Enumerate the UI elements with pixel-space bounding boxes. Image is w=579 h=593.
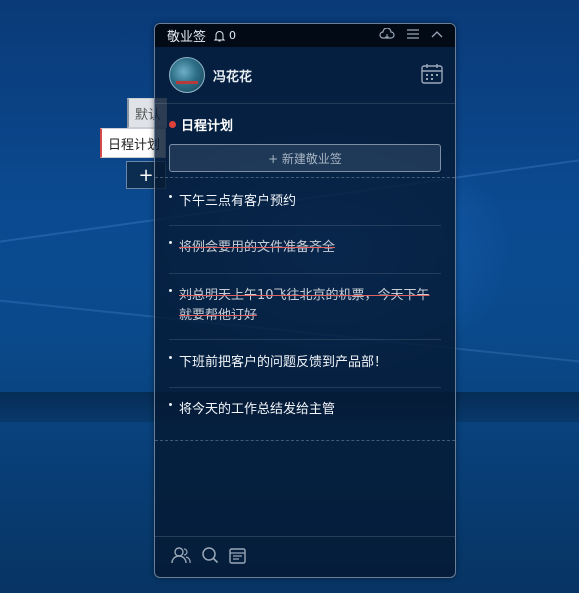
avatar[interactable] <box>169 57 205 93</box>
notes-icon[interactable] <box>229 547 246 568</box>
bullet <box>169 289 172 292</box>
new-note-button[interactable]: + 新建敬业签 <box>169 144 441 172</box>
list-item[interactable]: 下班前把客户的问题反馈到产品部！ <box>155 340 455 388</box>
notes-list: 下午三点有客户预约 将例会要用的文件准备齐全 刘总明天上午10飞往北京的机票，今… <box>155 177 455 441</box>
search-icon[interactable] <box>201 546 219 568</box>
list-item[interactable]: 刘总明天上午10飞往北京的机票，今天下午就要帮他订好 <box>155 274 455 340</box>
bullet <box>169 403 172 406</box>
titlebar: 敬业签 0 <box>155 24 455 47</box>
active-dot <box>169 120 176 128</box>
bullet <box>169 241 172 244</box>
notes-widget: 敬业签 0 冯花花 日程计划 + 新建敬业签 下午三点有客户预约 将例会要用的文… <box>154 23 456 578</box>
username: 冯花花 <box>213 69 253 85</box>
note-text: 将今天的工作总结发给主管 <box>179 402 336 417</box>
chevron-up-icon[interactable] <box>431 30 443 38</box>
note-text: 将例会要用的文件准备齐全 <box>179 240 336 255</box>
user-profile: 冯花花 <box>155 47 455 104</box>
calendar-icon[interactable] <box>421 63 443 88</box>
note-text: 下午三点有客户预约 <box>179 194 297 209</box>
bottom-toolbar <box>155 536 455 577</box>
app-title: 敬业签 <box>167 30 207 45</box>
note-text: 下班前把客户的问题反馈到产品部！ <box>179 355 388 370</box>
notification-count: 0 <box>229 29 237 42</box>
menu-icon[interactable] <box>407 29 419 39</box>
note-text: 刘总明天上午10飞往北京的机票，今天下午就要帮他订好 <box>179 288 430 323</box>
cloud-icon[interactable] <box>379 28 395 40</box>
list-item[interactable]: 将例会要用的文件准备齐全 <box>155 226 455 274</box>
bullet <box>169 356 172 359</box>
list-item[interactable]: 下午三点有客户预约 <box>155 178 455 226</box>
bullet <box>169 195 172 198</box>
section-title: 日程计划 <box>155 104 455 144</box>
contacts-icon[interactable] <box>171 546 191 568</box>
bell-icon[interactable] <box>213 30 226 42</box>
list-item[interactable]: 将今天的工作总结发给主管 <box>155 388 455 436</box>
section-title-label: 日程计划 <box>181 118 234 134</box>
